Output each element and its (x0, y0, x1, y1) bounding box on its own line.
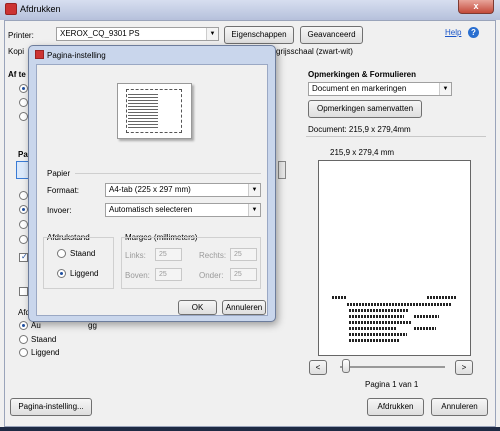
top-margin-input[interactable]: 25 (155, 268, 182, 281)
orientation-group (43, 237, 114, 289)
ok-button[interactable]: OK (178, 300, 217, 315)
dialog-body: Papier Formaat: A4-tab (225 x 297 mm) ▼ … (36, 64, 268, 316)
preview-text-row (347, 303, 452, 306)
portrait-radio[interactable] (19, 335, 28, 344)
portrait-radio[interactable] (57, 249, 66, 258)
dialog-app-icon (35, 50, 44, 59)
left-margin-label: Links: (125, 251, 146, 260)
chevron-down-icon: ▼ (248, 204, 260, 216)
printer-label: Printer: (8, 31, 34, 40)
divider (306, 136, 486, 137)
page-setup-dialog: Pagina-instelling Papier Formaat: A4-tab… (28, 45, 276, 322)
landscape-label: Liggend (31, 348, 60, 357)
format-label: Formaat: (47, 186, 80, 195)
comments-title: Opmerkingen & Formulieren (308, 70, 417, 79)
booklet-button[interactable] (278, 161, 286, 179)
document-size: Document: 215,9 x 279,4mm (308, 125, 411, 134)
landscape-radio[interactable] (57, 269, 66, 278)
margins-group (121, 237, 261, 289)
copies-label: Kopi (8, 47, 25, 56)
source-value: Automatisch selecteren (109, 205, 193, 214)
bottom-margin-input[interactable]: 25 (230, 268, 257, 281)
title-bar (0, 0, 500, 18)
range-pages-radio[interactable] (19, 112, 28, 121)
help-icon[interactable]: ? (468, 27, 479, 38)
preview-text-row (332, 296, 346, 299)
print-range-title: Af te (8, 70, 26, 79)
shrink-radio[interactable] (19, 205, 28, 214)
landscape-radio[interactable] (19, 348, 28, 357)
summarize-comments-button[interactable]: Opmerkingen samenvatten (308, 100, 422, 118)
preview-text-row (427, 296, 457, 299)
print-button[interactable]: Afdrukken (367, 398, 424, 416)
top-margin-label: Boven: (125, 271, 150, 280)
range-all-radio[interactable] (19, 84, 28, 93)
preview-text-row (349, 339, 399, 342)
page-slider-thumb[interactable] (342, 359, 350, 373)
divider (75, 173, 261, 174)
dialog-cancel-button[interactable]: Annuleren (222, 300, 266, 315)
source-select[interactable]: Automatisch selecteren ▼ (105, 203, 261, 217)
preview-text-row (414, 315, 439, 318)
chevron-down-icon: ▼ (248, 184, 260, 196)
range-current-radio[interactable] (19, 98, 28, 107)
advanced-button[interactable]: Geavanceerd (300, 26, 363, 44)
portrait-label: Staand (31, 335, 57, 344)
grayscale-label: grijsschaal (zwart-wit) (276, 47, 353, 56)
preview-text-row (414, 327, 436, 330)
window-title: Afdrukken (20, 4, 61, 14)
tile-radio[interactable] (19, 220, 28, 229)
page-slider-track[interactable] (340, 366, 445, 368)
next-page-button[interactable]: > (455, 360, 473, 375)
properties-button[interactable]: Eigenschappen (224, 26, 294, 44)
preview-text-row (349, 309, 409, 312)
close-button[interactable]: x (458, 0, 494, 14)
help-link[interactable]: Help (445, 28, 461, 37)
paper-preview (117, 83, 192, 139)
chevron-down-icon: ▼ (439, 83, 451, 95)
paper-source-checkbox[interactable]: ✓ (19, 252, 28, 262)
page-preview (318, 160, 471, 356)
dialog-title: Pagina-instelling (47, 51, 106, 60)
cancel-button[interactable]: Annuleren (431, 398, 488, 416)
paper-group-title: Papier (47, 169, 71, 178)
left-margin-input[interactable]: 25 (155, 248, 182, 261)
auto-orient-label: Au (31, 321, 41, 330)
actual-radio[interactable] (19, 235, 28, 244)
other-checkbox[interactable] (19, 287, 28, 296)
preview-text-lines (128, 92, 158, 128)
bottom-margin-label: Onder: (199, 271, 224, 280)
printer-value: XEROX_CQ_9301 PS (60, 29, 140, 38)
comments-value: Document en markeringen (312, 84, 407, 93)
source-label: Invoer: (47, 206, 72, 215)
right-margin-label: Rechts: (199, 251, 227, 260)
right-margin-input[interactable]: 25 (230, 248, 257, 261)
fit-radio[interactable] (19, 191, 28, 200)
preview-text-row (349, 327, 397, 330)
prev-page-button[interactable]: < (309, 360, 327, 375)
chevron-down-icon: ▼ (206, 28, 218, 40)
app-icon (5, 3, 17, 15)
landscape-label: Liggend (70, 269, 99, 278)
preview-text-row (349, 321, 411, 324)
format-select[interactable]: A4-tab (225 x 297 mm) ▼ (105, 183, 261, 197)
preview-text-row (349, 333, 407, 336)
preview-text-row (349, 315, 404, 318)
page-setup-button[interactable]: Pagina-instelling... (10, 398, 92, 416)
auto-orient-radio[interactable] (19, 321, 28, 330)
printer-select[interactable]: XEROX_CQ_9301 PS ▼ (56, 27, 219, 41)
format-value: A4-tab (225 x 297 mm) (109, 185, 191, 194)
taskbar (0, 427, 500, 431)
page-indicator: Pagina 1 van 1 (365, 380, 419, 389)
comments-select[interactable]: Document en markeringen ▼ (308, 82, 452, 96)
auto-orient-tail: gg (88, 321, 97, 330)
preview-size: 215,9 x 279,4 mm (330, 148, 395, 157)
portrait-label: Staand (70, 249, 96, 258)
